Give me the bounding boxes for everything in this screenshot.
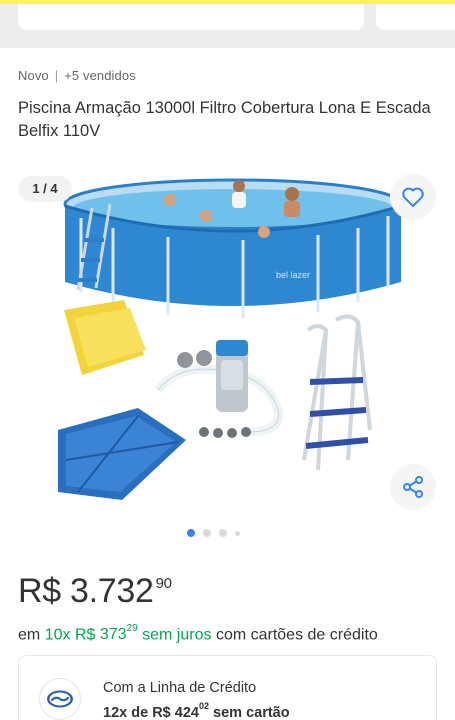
favorite-button[interactable]: [390, 174, 436, 220]
pagination-dot[interactable]: [235, 530, 240, 536]
installments-count: 10x: [44, 626, 71, 644]
product-title: Piscina Armação 13000l Filtro Cobertura …: [18, 99, 431, 140]
credit-line-currency: R$: [152, 704, 171, 720]
price-integer: 3.732: [70, 572, 154, 610]
pagination-dot[interactable]: [203, 529, 211, 537]
separator: |: [54, 68, 59, 83]
credit-line-value-integer: 424: [174, 704, 199, 720]
pagination-dot[interactable]: [219, 529, 227, 537]
credit-logo: [39, 678, 81, 720]
tarp: [58, 408, 186, 500]
credit-line-offer: 12x de R$ 42402 sem cartão: [103, 701, 290, 720]
sold-count: +5 vendidos: [64, 68, 136, 83]
installments-value: 37329: [95, 623, 138, 644]
fittings: [199, 427, 251, 438]
gallery-pagination: [187, 529, 240, 537]
credit-line-card[interactable]: Com a Linha de Crédito 12x de R$ 42402 s…: [18, 655, 437, 720]
credit-line-suffix: sem cartão: [213, 704, 290, 720]
image-counter: 1 / 4: [18, 176, 72, 202]
price: R$ 3.732 90: [18, 572, 172, 611]
share-icon: [403, 476, 423, 498]
installments-currency: R$: [74, 626, 96, 644]
installments-value-cents: 29: [126, 623, 138, 634]
handshake-icon: [47, 690, 73, 708]
cover-sheet: [64, 300, 146, 375]
price-cents: 90: [155, 575, 172, 592]
credit-line-value-cents: 02: [198, 701, 209, 711]
top-card-secondary[interactable]: [376, 4, 455, 30]
price-currency: R$: [18, 572, 61, 610]
condition-label: Novo: [18, 68, 49, 83]
ladder: [302, 314, 372, 471]
no-interest-label: sem juros: [142, 626, 212, 644]
installments-prefix: em: [18, 626, 41, 644]
installments-suffix: com cartões de crédito: [215, 626, 378, 644]
product-image: bel lazer: [58, 178, 403, 500]
installments-value-integer: 373: [99, 626, 127, 644]
share-button[interactable]: [390, 464, 436, 510]
installments-info[interactable]: em 10x R$ 37329 sem juros com cartões de…: [18, 623, 378, 644]
product-subtitle: Novo | +5 vendidos: [18, 68, 136, 83]
product-gallery[interactable]: bel lazer 1 / 4: [18, 170, 438, 515]
credit-line-count: 12x de: [103, 704, 149, 720]
pool-brand-text: bel lazer: [276, 270, 310, 280]
credit-line-title: Com a Linha de Crédito: [103, 680, 257, 696]
pagination-dot-active[interactable]: [187, 529, 195, 537]
heart-icon: [402, 187, 424, 207]
top-card[interactable]: [18, 4, 364, 30]
filter-pump: [154, 340, 284, 437]
